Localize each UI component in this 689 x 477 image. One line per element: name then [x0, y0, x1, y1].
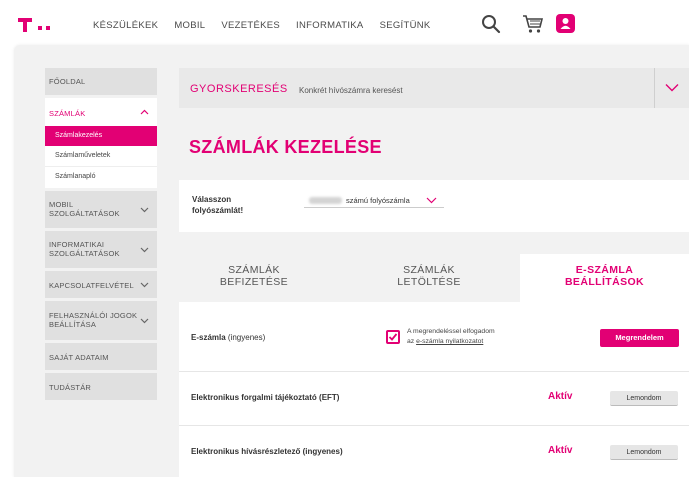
tab-label: BEÁLLÍTÁSOK	[564, 276, 645, 288]
sidebar-item-home[interactable]: FŐOLDAL	[45, 68, 157, 95]
sidebar-item-mobile-services[interactable]: MOBIL SZOLGÁLTATÁSOK	[45, 191, 157, 228]
accept-text: A megrendeléssel elfogadom az e-számla n…	[407, 327, 547, 347]
sidebar-item-label: FELHASZNÁLÓI JOGOK BEÁLLÍTÁSA	[49, 311, 137, 329]
chevron-down-icon	[140, 282, 149, 288]
divider	[654, 68, 655, 108]
page-title: SZÁMLÁK KEZELÉSE	[189, 137, 382, 157]
chevron-down-icon	[140, 247, 149, 253]
cart-icon[interactable]	[522, 14, 544, 34]
row-label-bold: Elektronikus forgalmi tájékoztató (EFT)	[191, 393, 340, 402]
checkmark-icon	[388, 333, 398, 341]
main-menu: KÉSZÜLÉKEK MOBIL VEZETÉKES INFORMATIKA S…	[93, 20, 447, 31]
tab-bar: SZÁMLÁK BEFIZETÉSE SZÁMLÁK LETÖLTÉSE E-S…	[179, 254, 689, 302]
logo-t-stem	[23, 18, 27, 32]
label-line: SZOLGÁLTATÁSOK	[49, 209, 120, 218]
label-line: FELHASZNÁLÓI JOGOK	[49, 311, 138, 320]
chevron-down-icon	[140, 318, 149, 324]
chevron-down-icon[interactable]	[665, 83, 679, 92]
redacted-account-number	[309, 197, 342, 204]
accept-checkbox[interactable]	[386, 330, 400, 344]
sidebar-item-label: FŐOLDAL	[49, 77, 86, 86]
sidebar-item-label: INFORMATIKAI SZOLGÁLTATÁSOK	[49, 240, 120, 258]
quick-search-title: GYORSKERESÉS	[190, 83, 288, 95]
row-label-bold: Elektronikus hívásrészletező (ingyenes)	[191, 447, 343, 456]
tab-label: BEFIZETÉSE	[219, 276, 289, 288]
sidebar-item-my-data[interactable]: SAJÁT ADATAIM	[45, 343, 157, 370]
telekom-logo[interactable]	[18, 18, 58, 34]
status-badge: Aktív	[548, 445, 573, 456]
sidebar-item-label: KAPCSOLATFELVÉTEL	[49, 281, 134, 290]
sidebar-item-user-rights[interactable]: FELHASZNÁLÓI JOGOK BEÁLLÍTÁSA	[45, 301, 157, 340]
sidebar-subitem-label: Számlakezelés	[55, 132, 103, 139]
sidebar-item-label: MOBIL SZOLGÁLTATÁSOK	[49, 200, 120, 218]
chevron-up-icon	[140, 109, 149, 115]
sidebar-item-contact[interactable]: KAPCSOLATFELVÉTEL	[45, 271, 157, 298]
ebill-statement-link[interactable]: e-számla nyilatkozatot	[416, 338, 483, 345]
nav-item-devices[interactable]: KÉSZÜLÉKEK	[93, 20, 158, 31]
sidebar-item-label: SZÁMLÁK	[49, 109, 86, 118]
tab-download[interactable]: SZÁMLÁK LETÖLTÉSE	[374, 254, 484, 302]
row-eft: Elektronikus forgalmi tájékoztató (EFT) …	[179, 372, 689, 426]
account-selector-panel: Válasszon folyószámlát! számú folyószáml…	[179, 180, 689, 232]
label-line: BEÁLLÍTÁSA	[49, 320, 97, 329]
tab-ebill-settings[interactable]: E-SZÁMLA BEÁLLÍTÁSOK	[520, 254, 689, 302]
sidebar-item-label: TUDÁSTÁR	[49, 383, 92, 392]
chevron-down-icon	[426, 197, 437, 204]
sidebar-item-it-services[interactable]: INFORMATIKAI SZOLGÁLTATÁSOK	[45, 231, 157, 268]
ebill-settings-content: E-számla (ingyenes) A megrendeléssel elf…	[179, 302, 689, 477]
tab-label: SZÁMLÁK	[403, 264, 455, 276]
quick-search-bar[interactable]: GYORSKERESÉS Konkrét hívószámra keresést	[179, 68, 689, 108]
sidebar-subitem-bill-management[interactable]: Számlakezelés	[45, 126, 157, 146]
sidebar-subitem-bill-log[interactable]: Számlanapló	[45, 167, 157, 188]
sidebar-subitem-label: Számlanapló	[55, 173, 96, 180]
tab-label: E-SZÁMLA	[575, 264, 634, 276]
nav-item-help[interactable]: SEGÍTÜNK	[380, 20, 431, 31]
order-button[interactable]: Megrendelem	[600, 329, 679, 347]
row-label: Elektronikus forgalmi tájékoztató (EFT)	[191, 393, 339, 402]
accept-prefix: az	[407, 338, 417, 345]
sidebar-item-label: SAJÁT ADATAIM	[49, 353, 109, 362]
account-select-value: számú folyószámla	[346, 196, 410, 205]
nav-item-it[interactable]: INFORMATIKA	[296, 20, 364, 31]
sidebar-subitem-label: Számlaműveletek	[55, 152, 111, 159]
logo-dot	[38, 26, 42, 30]
label-line: INFORMATIKAI	[49, 240, 105, 249]
label-line: Válasszon	[192, 195, 232, 204]
logo-dot	[46, 26, 50, 30]
row-label-rest: (ingyenes)	[225, 333, 266, 342]
row-label-bold: E-számla	[191, 333, 226, 342]
label-line: SZOLGÁLTATÁSOK	[49, 249, 120, 258]
sidebar: FŐOLDAL SZÁMLÁK Számlakezelés Számlaműve…	[45, 68, 157, 403]
top-navigation: KÉSZÜLÉKEK MOBIL VEZETÉKES INFORMATIKA S…	[0, 0, 689, 48]
cancel-button[interactable]: Lemondom	[610, 445, 678, 460]
tab-label: SZÁMLÁK	[228, 264, 280, 276]
accept-line: A megrendeléssel elfogadom	[407, 328, 495, 335]
search-icon[interactable]	[481, 14, 501, 34]
label-line: folyószámlát!	[192, 206, 244, 215]
cancel-button[interactable]: Lemondom	[610, 391, 678, 406]
row-call-details: Elektronikus hívásrészletező (ingyenes) …	[179, 426, 689, 477]
account-label: Válasszon folyószámlát!	[192, 194, 272, 216]
nav-item-mobile[interactable]: MOBIL	[174, 20, 205, 31]
row-label: E-számla (ingyenes)	[191, 333, 265, 342]
row-ebill: E-számla (ingyenes) A megrendeléssel elf…	[179, 302, 689, 372]
tab-label: LETÖLTÉSE	[397, 276, 461, 288]
nav-item-landline[interactable]: VEZETÉKES	[221, 20, 280, 31]
sidebar-item-bills[interactable]: SZÁMLÁK	[45, 98, 157, 126]
sidebar-subitem-bill-operations[interactable]: Számlaműveletek	[45, 146, 157, 167]
chevron-down-icon	[140, 207, 149, 213]
sidebar-item-knowledge-base[interactable]: TUDÁSTÁR	[45, 373, 157, 400]
row-label: Elektronikus hívásrészletező (ingyenes)	[191, 447, 343, 456]
quick-search-subtitle: Konkrét hívószámra keresést	[299, 86, 403, 95]
account-select[interactable]: számú folyószámla	[304, 193, 444, 208]
tab-payment[interactable]: SZÁMLÁK BEFIZETÉSE	[199, 254, 309, 302]
label-line: MOBIL	[49, 200, 74, 209]
status-badge: Aktív	[548, 391, 573, 402]
user-icon[interactable]	[556, 14, 575, 33]
